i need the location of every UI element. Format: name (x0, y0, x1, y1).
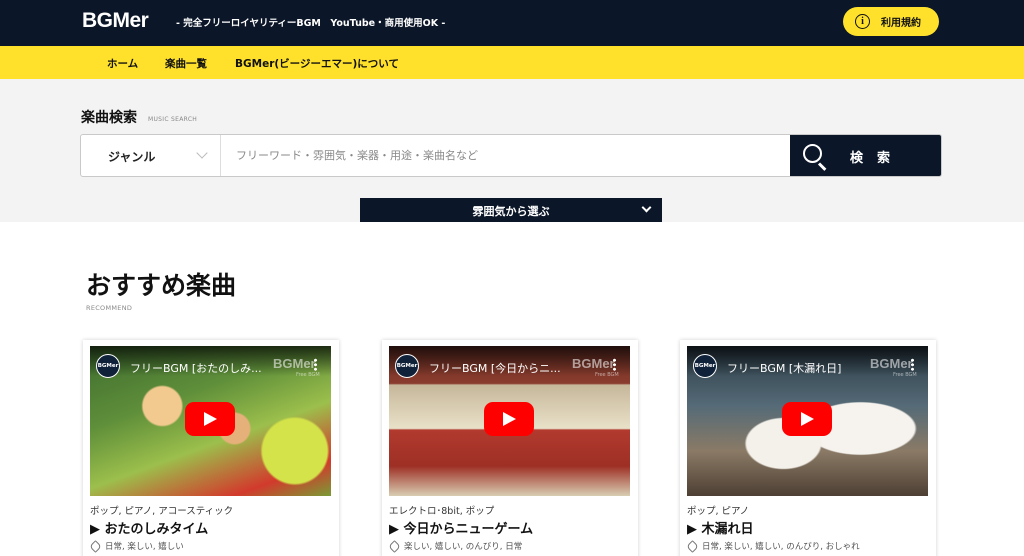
more-vert-icon[interactable] (314, 358, 317, 371)
more-vert-icon[interactable] (911, 358, 914, 371)
track-genres: ポップ, ピアノ (687, 506, 750, 517)
track-title[interactable]: ▶ おたのしみタイム (90, 518, 208, 537)
channel-avatar[interactable]: BGMer (693, 354, 717, 378)
genre-select-label: ジャンル (108, 150, 156, 164)
terms-button-label: 利用規約 (881, 18, 921, 29)
nav-item-home[interactable]: ホーム (107, 56, 138, 71)
video-watermark: BGMer (273, 356, 316, 371)
track-genres: ポップ, ピアノ, アコースティック (90, 506, 234, 517)
track-card: BGMer フリーBGM [木漏れ日] BGMer Free BGM ポップ, … (680, 340, 936, 556)
top-header: BGMer - 完全フリーロイヤリティーBGM YouTube・商用使用OK -… (0, 0, 1024, 46)
play-icon (503, 412, 516, 426)
track-card: BGMer フリーBGM [今日からニ... BGMer Free BGM エレ… (382, 340, 638, 556)
track-tags-text[interactable]: 楽しい, 嬉しい, のんびり, 日常 (404, 540, 522, 552)
chevron-down-icon (196, 147, 208, 159)
search-section: 楽曲検索 MUSIC SEARCH ジャンル 検索 雰囲気から選ぶ (0, 79, 1024, 222)
video-title[interactable]: フリーBGM [木漏れ日] (727, 360, 877, 376)
track-tags: 日常, 楽しい, 嬉しい, のんびり, おしゃれ (686, 539, 860, 553)
play-button[interactable] (782, 402, 832, 436)
search-title: 楽曲検索 (81, 110, 137, 126)
mood-selector-label: 雰囲気から選ぶ (472, 205, 550, 218)
search-icon-handle (817, 162, 827, 171)
track-genres: エレクトロ･8bit, ポップ (389, 506, 495, 517)
track-title[interactable]: ▶ 木漏れ日 (687, 518, 754, 537)
search-button[interactable]: 検索 (790, 135, 941, 176)
video-watermark-sub: Free BGM (296, 372, 320, 378)
genre-select[interactable]: ジャンル (81, 135, 221, 176)
site-tagline: - 完全フリーロイヤリティーBGM YouTube・商用使用OK - (176, 18, 446, 29)
search-box: ジャンル 検索 (80, 134, 942, 177)
channel-avatar[interactable]: BGMer (96, 354, 120, 378)
search-subtitle: MUSIC SEARCH (148, 116, 198, 123)
tag-icon (686, 539, 699, 553)
track-title[interactable]: ▶ 今日からニューゲーム (389, 518, 533, 537)
video-watermark-sub: Free BGM (595, 372, 619, 378)
channel-avatar[interactable]: BGMer (395, 354, 419, 378)
tag-icon (388, 539, 401, 553)
site-logo[interactable]: BGMer (82, 9, 149, 33)
video-title[interactable]: フリーBGM [おたのしみ... (130, 360, 280, 376)
more-vert-icon[interactable] (613, 358, 616, 371)
search-button-label: 検索 (850, 151, 905, 166)
track-tags-text[interactable]: 日常, 楽しい, 嬉しい (105, 540, 184, 552)
play-button[interactable] (185, 402, 235, 436)
video-watermark: BGMer (572, 356, 615, 371)
nav-item-about[interactable]: BGMer(ビージーエマー)について (235, 56, 399, 71)
video-title[interactable]: フリーBGM [今日からニ... (429, 360, 579, 376)
video-watermark-sub: Free BGM (893, 372, 917, 378)
search-input[interactable] (222, 135, 789, 176)
info-icon: i (855, 14, 870, 29)
track-card: BGMer フリーBGM [おたのしみ... BGMer Free BGM ポッ… (83, 340, 339, 556)
nav-item-track-list[interactable]: 楽曲一覧 (165, 56, 207, 71)
play-icon (801, 412, 814, 426)
video-player[interactable]: BGMer フリーBGM [木漏れ日] BGMer Free BGM (687, 346, 928, 496)
tag-icon (89, 539, 102, 553)
play-icon (204, 412, 217, 426)
recommend-subtitle: RECOMMEND (86, 304, 133, 312)
main-nav: ホーム 楽曲一覧 BGMer(ビージーエマー)について (0, 46, 1024, 79)
recommend-title: おすすめ楽曲 (86, 271, 237, 300)
search-icon (803, 144, 822, 163)
track-tags: 日常, 楽しい, 嬉しい (89, 539, 184, 553)
mood-selector[interactable]: 雰囲気から選ぶ (360, 198, 662, 222)
play-button[interactable] (484, 402, 534, 436)
video-player[interactable]: BGMer フリーBGM [おたのしみ... BGMer Free BGM (90, 346, 331, 496)
video-player[interactable]: BGMer フリーBGM [今日からニ... BGMer Free BGM (389, 346, 630, 496)
track-tags: 楽しい, 嬉しい, のんびり, 日常 (388, 539, 522, 553)
terms-button[interactable]: i 利用規約 (843, 7, 939, 36)
track-tags-text[interactable]: 日常, 楽しい, 嬉しい, のんびり, おしゃれ (702, 540, 860, 552)
video-watermark: BGMer (870, 356, 913, 371)
